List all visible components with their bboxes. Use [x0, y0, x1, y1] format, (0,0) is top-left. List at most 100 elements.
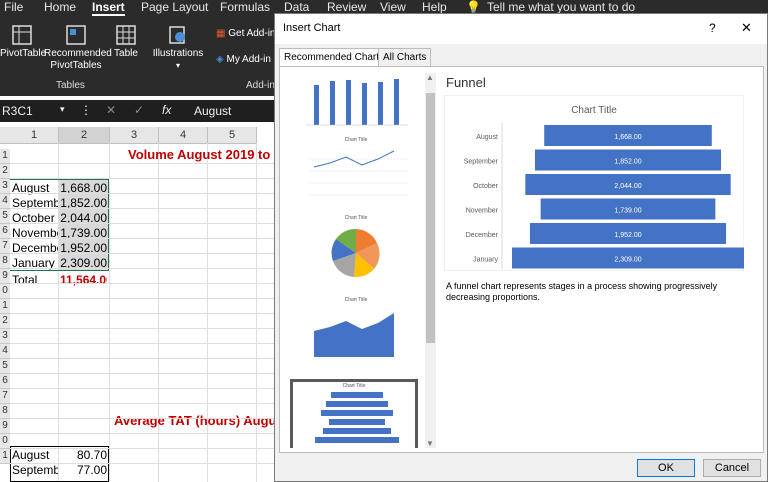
- cancel-button[interactable]: Cancel: [703, 459, 761, 477]
- row-header[interactable]: 3: [0, 179, 10, 194]
- get-addins-button[interactable]: ▦ Get Add-in: [216, 28, 276, 40]
- tab-page-layout[interactable]: Page Layout: [141, 0, 208, 14]
- group-label-addins: Add-in: [246, 80, 275, 91]
- row-header[interactable]: 2: [0, 314, 10, 329]
- area-chart-thumbnail: [314, 313, 394, 357]
- chevron-down-icon: ▾: [175, 61, 180, 70]
- row-header[interactable]: 6: [0, 224, 10, 239]
- table-button[interactable]: Table: [110, 24, 142, 60]
- tab-recommended-charts[interactable]: Recommended Charts: [279, 48, 390, 67]
- pie-chart-thumbnail: [331, 228, 380, 278]
- tat-title: Average TAT (hours) Augu: [114, 414, 275, 428]
- tab-formulas[interactable]: Formulas: [220, 0, 270, 14]
- row-header[interactable]: 2: [0, 164, 10, 179]
- funnel-preview-chart: Chart Title August 1,668.00 September 1,852…: [444, 95, 744, 271]
- insert-chart-dialog: Insert Chart ? ✕ Recommended Charts All …: [274, 13, 768, 482]
- name-box[interactable]: R3C1: [2, 104, 33, 118]
- name-box-dropdown-icon[interactable]: ▾: [60, 104, 65, 115]
- row-header[interactable]: 7: [0, 389, 10, 404]
- row-header[interactable]: 0: [0, 434, 10, 449]
- tab-all-charts[interactable]: All Charts: [378, 48, 432, 67]
- tell-me-search[interactable]: Tell me what you want to do: [487, 0, 635, 14]
- thumbnail-scrollbar[interactable]: ▲ ▼: [425, 73, 436, 448]
- preview-chart-title: Chart Title: [571, 105, 617, 116]
- total-label[interactable]: Total: [12, 273, 37, 287]
- tab-view[interactable]: View: [380, 0, 406, 14]
- cell-value[interactable]: 80.70: [60, 448, 107, 462]
- row-header[interactable]: 9: [0, 269, 10, 284]
- formula-input[interactable]: August: [194, 104, 231, 118]
- grid-line: [10, 313, 275, 314]
- row-header[interactable]: 1: [0, 149, 10, 164]
- tab-help[interactable]: Help: [422, 0, 447, 14]
- row-header[interactable]: 5: [0, 209, 10, 224]
- grid-line: [10, 178, 275, 179]
- cancel-entry-icon[interactable]: ✕: [106, 103, 116, 117]
- column-header[interactable]: 2: [59, 127, 110, 144]
- spreadsheet-grid: 1 2 3 4 5 Volume August 2019 to August 1…: [0, 127, 275, 482]
- column-chart-thumbnail: [306, 79, 408, 126]
- column-header[interactable]: 4: [159, 127, 208, 144]
- tab-review[interactable]: Review: [327, 0, 366, 14]
- row-header[interactable]: 8: [0, 254, 10, 269]
- close-icon[interactable]: ✕: [741, 20, 752, 36]
- tab-insert[interactable]: Insert: [92, 0, 125, 16]
- row-header[interactable]: 3: [0, 329, 10, 344]
- column-header[interactable]: 3: [110, 127, 159, 144]
- thumb-title: Chart Title: [344, 137, 368, 143]
- pivot-table-icon: [12, 25, 32, 45]
- my-addins-button[interactable]: ◈ My Add-in: [216, 54, 271, 66]
- category-label: December: [466, 232, 499, 239]
- more-options-icon[interactable]: ⋮: [80, 103, 92, 117]
- row-header[interactable]: 4: [0, 344, 10, 359]
- pivot-table-label: PivotTable: [0, 48, 47, 59]
- chart-thumb-area[interactable]: Chart Title: [292, 297, 420, 373]
- group-label-tables: Tables: [56, 80, 85, 91]
- grid-line: [10, 418, 275, 419]
- column-header[interactable]: 1: [10, 127, 59, 144]
- column-header[interactable]: 5: [208, 127, 257, 144]
- dialog-title: Insert Chart: [283, 22, 341, 34]
- data-label: 2,309.00: [614, 257, 641, 264]
- row-header[interactable]: 8: [0, 404, 10, 419]
- chart-thumb-funnel-selected[interactable]: Chart Title: [290, 379, 418, 448]
- cell-value[interactable]: 77.00: [60, 463, 107, 477]
- tab-data[interactable]: Data: [284, 0, 309, 14]
- category-label: October: [473, 183, 499, 190]
- chart-thumb-clustered-column[interactable]: [292, 77, 420, 133]
- insert-function-icon[interactable]: fx: [162, 103, 171, 117]
- grid-line: [10, 388, 275, 389]
- help-button[interactable]: ?: [709, 21, 716, 35]
- chart-thumb-line[interactable]: Chart Title: [292, 137, 420, 211]
- illustrations-button[interactable]: Illustrations ▾: [150, 24, 206, 72]
- scroll-up-icon[interactable]: ▲: [426, 73, 434, 82]
- ok-button[interactable]: OK: [637, 459, 695, 477]
- row-header[interactable]: 6: [0, 374, 10, 389]
- addins-icon: ◈: [216, 54, 224, 65]
- recommended-pivottables-button[interactable]: Recommended PivotTables: [44, 24, 112, 72]
- grid-line: [10, 328, 275, 329]
- tab-home[interactable]: Home: [44, 0, 76, 14]
- tab-file[interactable]: File: [4, 0, 23, 14]
- funnel-chart-thumbnail: [315, 392, 399, 443]
- data-label: 1,739.00: [614, 208, 641, 215]
- row-header[interactable]: 1: [0, 449, 10, 464]
- row-header[interactable]: 4: [0, 194, 10, 209]
- recommended-pivot-icon: [66, 25, 86, 45]
- cell-label[interactable]: September: [12, 463, 58, 477]
- get-addins-label: Get Add-in: [228, 28, 276, 39]
- scroll-down-icon[interactable]: ▼: [426, 439, 434, 448]
- row-header[interactable]: 5: [0, 359, 10, 374]
- confirm-entry-icon[interactable]: ✓: [134, 103, 144, 117]
- total-value[interactable]: 11,564.00: [60, 273, 107, 287]
- data-label: 1,952.00: [614, 232, 641, 239]
- chart-thumb-pie[interactable]: Chart Title: [292, 215, 420, 291]
- cell-label[interactable]: August: [12, 448, 58, 462]
- thumb-title: Chart Title: [344, 215, 368, 221]
- row-header[interactable]: 7: [0, 239, 10, 254]
- row-header[interactable]: 1: [0, 299, 10, 314]
- pivot-table-button[interactable]: PivotTable: [0, 24, 47, 60]
- row-header[interactable]: 0: [0, 284, 10, 299]
- scrollbar-thumb[interactable]: [426, 93, 435, 343]
- row-header[interactable]: 9: [0, 419, 10, 434]
